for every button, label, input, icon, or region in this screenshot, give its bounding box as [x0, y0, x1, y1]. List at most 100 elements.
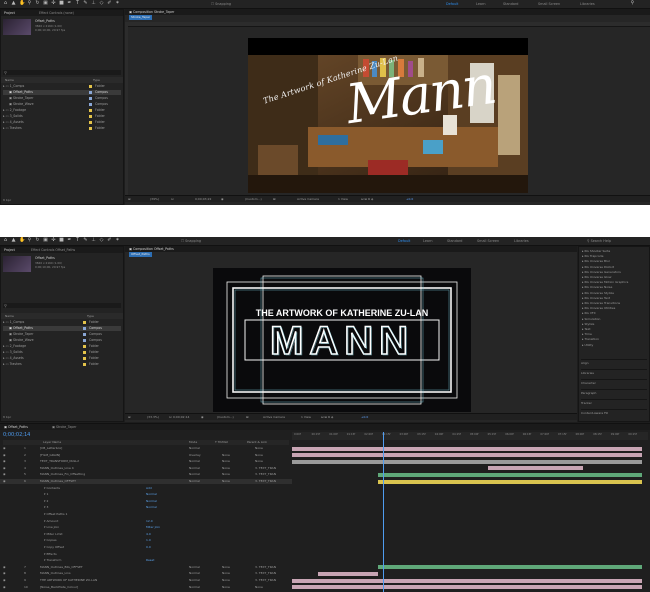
layer-mode[interactable]: Overlay [189, 453, 201, 458]
project-item[interactable]: ▣ Offset_Paths Compos [3, 90, 121, 95]
property-row[interactable]: ▾ 2 Normal [0, 499, 292, 504]
layer-mode[interactable]: Normal [189, 565, 200, 570]
property-row[interactable]: ▾ Copies 1.0 [0, 538, 292, 543]
col-type[interactable]: Type [87, 313, 94, 319]
visibility-eye-icon[interactable]: ◉ [3, 472, 6, 477]
label-color-swatch[interactable] [83, 327, 86, 330]
zoom-dropdown[interactable]: (39%) [150, 197, 159, 201]
visibility-eye-icon[interactable]: ◉ [3, 578, 6, 583]
property-row[interactable]: ▾ Line Join Miter Join [0, 525, 292, 530]
label-color-swatch[interactable] [83, 351, 86, 354]
grid-icon[interactable]: ⊡ [169, 415, 172, 419]
project-tab[interactable]: Project [4, 11, 15, 15]
workspace-default[interactable]: Default [398, 239, 410, 243]
layer-trkmat[interactable]: None [222, 565, 230, 570]
workspace-standard[interactable]: Standard [447, 239, 462, 243]
visibility-eye-icon[interactable]: ◉ [3, 585, 6, 590]
project-item[interactable]: ▸ ▭ Trashes Folder [3, 126, 121, 131]
project-item[interactable]: ▸ ▭ 2_Footage Folder [3, 344, 121, 349]
side-panel-header[interactable]: Tracker [581, 399, 647, 406]
view-dropdown[interactable]: 1 View [338, 197, 348, 201]
project-item[interactable]: ▣ Stroke_Wave Compos [3, 102, 121, 107]
layer-duration-bar[interactable] [378, 479, 642, 484]
property-row[interactable]: ▾ Contents Add [0, 486, 292, 491]
magnification-icon[interactable]: ⊞ [128, 415, 131, 419]
layer-name[interactable]: MANN_Outlines_Fin_Offsetting [40, 472, 85, 477]
bpc-label[interactable]: 8 bpc [3, 198, 11, 202]
layer-row[interactable]: ◉ 7 MANN_Outlines_BIG_OFFSET Normal None 3. T… [0, 565, 292, 570]
viewer-subtab[interactable]: Offset_Paths [129, 252, 152, 257]
view-dropdown[interactable]: 1 View [301, 415, 311, 419]
layer-mode[interactable]: Normal [189, 459, 200, 464]
camera-dropdown[interactable]: Active Camera [263, 415, 285, 419]
selection-tool-icon[interactable]: ▲ [11, 1, 16, 6]
snapping-toggle[interactable]: ☐ Snapping [211, 2, 231, 6]
layer-name[interactable]: ▾ Effects [44, 552, 57, 557]
layer-mode[interactable]: Normal [189, 472, 200, 477]
layer-duration-bar[interactable] [378, 565, 642, 570]
visibility-eye-icon[interactable]: ◉ [3, 453, 6, 458]
type-tool-icon[interactable]: T [75, 1, 80, 6]
property-row[interactable]: ▾ 1 Normal [0, 492, 292, 497]
layer-trkmat[interactable]: None [222, 453, 230, 458]
layer-duration-bar[interactable] [292, 446, 642, 451]
layer-duration-bar[interactable] [318, 571, 378, 576]
layer-parent[interactable]: None [255, 459, 263, 464]
layer-mode[interactable]: Normal [146, 505, 157, 510]
snapping-toggle[interactable]: ☐ Snapping [181, 239, 201, 243]
property-row[interactable]: ▾ Amount 12.0 [0, 519, 292, 524]
layer-name[interactable]: ▾ Amount [44, 519, 58, 524]
property-row[interactable]: ▾ Transform Reset [0, 558, 292, 563]
brush-tool-icon[interactable]: ✎ [83, 238, 88, 243]
workspace-learn[interactable]: Learn [423, 239, 432, 243]
col-name[interactable]: Name [5, 313, 14, 319]
label-color-swatch[interactable] [89, 103, 92, 106]
timeline-timecode[interactable]: 0;00;02;14 [3, 432, 30, 438]
layer-name[interactable]: TEXT_TRANSFORM_NULL2 [40, 459, 79, 464]
col-layer-name[interactable]: Layer Name [43, 440, 61, 445]
col-trkmat[interactable]: T TrkMat [215, 440, 228, 445]
search-help-input[interactable]: ⚲ Search Help [587, 239, 611, 243]
col-parent[interactable]: Parent & Link [247, 440, 267, 445]
stamp-tool-icon[interactable]: ⊥ [91, 238, 96, 243]
layer-row[interactable]: ◉ 4 MANN_Outlines_Line 4 Normal None 3. TEXT_… [0, 466, 292, 471]
label-color-swatch[interactable] [89, 85, 92, 88]
col-name[interactable]: Name [5, 77, 14, 83]
layer-mode[interactable]: 0.0 [146, 545, 151, 550]
layer-name[interactable]: ▾ Copy Offset [44, 545, 64, 550]
layer-duration-bar[interactable] [292, 578, 642, 583]
layer-name[interactable]: MANN_Outlines_BIG_OFFSET [40, 565, 83, 570]
zoom-tool-icon[interactable]: ⚲ [27, 238, 32, 243]
layer-row[interactable]: ◉ 10 [Noise_BackPlate_Colour] Normal None Non… [0, 585, 292, 590]
brush-tool-icon[interactable]: ✎ [83, 1, 88, 6]
zoom-dropdown[interactable]: (33.3%) [147, 415, 159, 419]
timecode-display[interactable]: 0;00;03;22 [195, 197, 211, 201]
viewer-tab[interactable]: ▣ Composition Offset_Paths [129, 247, 174, 251]
layer-row[interactable]: ◉ 2 [FILM_GRAIN] Overlay None None [0, 453, 292, 458]
puppet-tool-icon[interactable]: ✶ [115, 1, 120, 6]
project-item[interactable]: ▸ ▭ 4_Assets Folder [3, 120, 121, 125]
camera-tool-icon[interactable]: ▣ [43, 238, 48, 243]
col-mode[interactable]: Mode [189, 440, 197, 445]
project-item[interactable]: ▸ ▭ 4_Assets Folder [3, 356, 121, 361]
side-panel-header[interactable]: Paragraph [581, 389, 647, 396]
layer-name[interactable]: [CB_Letterbox] [40, 446, 62, 451]
pen-tool-icon[interactable]: ✒ [67, 1, 72, 6]
layer-row[interactable]: ◉ 6 MANN_Outlines_OFFSET Normal None 3. TEXT_… [0, 479, 292, 484]
project-item[interactable]: ▣ Offset_Paths Compos [3, 326, 121, 331]
visibility-eye-icon[interactable]: ◉ [3, 466, 6, 471]
layer-mode[interactable]: 1.0 [146, 538, 151, 543]
layer-duration-bar[interactable] [378, 472, 642, 477]
layer-name[interactable]: ▾ 1 [44, 492, 48, 497]
layer-row[interactable]: ◉ 8 MANN_Outlines_Lins Normal None 3. TEXT_TR… [0, 571, 292, 576]
layer-mode[interactable]: 12.0 [146, 519, 153, 524]
project-item[interactable]: ▣ Stroke_Taper Compos [3, 332, 121, 337]
layer-parent[interactable]: None [255, 453, 263, 458]
hand-tool-icon[interactable]: ✋ [19, 238, 25, 243]
roto-tool-icon[interactable]: ✐ [107, 238, 112, 243]
layer-mode[interactable]: Add [146, 486, 152, 491]
time-ruler[interactable]: 0:00f 00:15f 01:00f 01:15f 02:00f 02:15f 03:00… [292, 432, 648, 440]
layer-parent[interactable]: 3. TEXT_TRAN [255, 565, 276, 570]
col-type[interactable]: Type [93, 77, 100, 83]
layer-trkmat[interactable]: None [222, 578, 230, 583]
